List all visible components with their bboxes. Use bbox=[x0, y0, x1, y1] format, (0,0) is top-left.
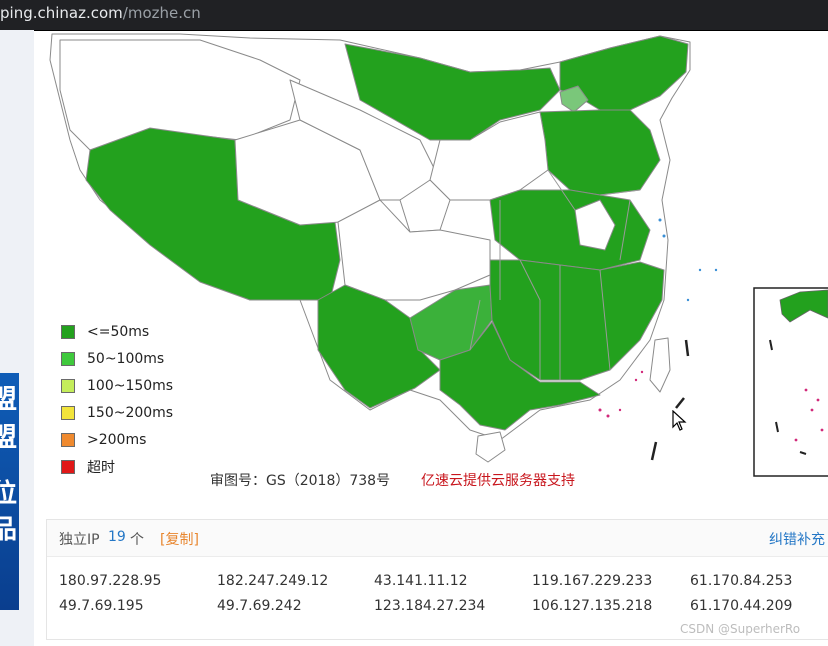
ip-address[interactable]: 43.141.11.12 bbox=[374, 573, 468, 589]
legend-swatch bbox=[61, 324, 75, 339]
correct-supplement-link[interactable]: 纠错补充 bbox=[769, 529, 825, 549]
legend-label: 150~200ms bbox=[87, 404, 174, 421]
ip-address[interactable]: 49.7.69.242 bbox=[217, 598, 302, 614]
url-text[interactable]: ping.chinaz.com/mozhe.cn bbox=[0, 3, 201, 23]
legend-label: >200ms bbox=[87, 431, 147, 448]
map-approval-number: 审图号：GS（2018）738号 bbox=[210, 473, 391, 489]
csdn-watermark: CSDN @SuperherRo bbox=[680, 622, 801, 636]
region-southeast bbox=[489, 259, 665, 381]
ad-glyph: 品 bbox=[0, 515, 18, 545]
map-legend: <=50ms 50~100ms 100~150ms 150~200ms >200… bbox=[61, 318, 173, 480]
legend-item: <=50ms bbox=[61, 318, 173, 345]
legend-label: 50~100ms bbox=[87, 350, 165, 367]
ip-panel-header: 独立IP 19 个 [复制] 纠错补充 bbox=[47, 520, 828, 557]
ad-glyph: 盟 bbox=[0, 385, 18, 415]
copy-button[interactable]: [复制] bbox=[160, 529, 199, 549]
ad-glyph: 位 bbox=[0, 479, 18, 509]
legend-label: 超时 bbox=[87, 459, 115, 476]
ip-address[interactable]: 106.127.135.218 bbox=[532, 598, 652, 614]
legend-swatch bbox=[61, 351, 75, 366]
region-hainan bbox=[475, 431, 506, 463]
side-advertisement[interactable]: 盟 盟 位 品 bbox=[0, 373, 19, 610]
legend-item: 100~150ms bbox=[61, 372, 173, 399]
legend-swatch bbox=[61, 378, 75, 393]
url-host: ping.chinaz.com bbox=[0, 4, 123, 22]
legend-item: 50~100ms bbox=[61, 345, 173, 372]
browser-address-bar[interactable]: ping.chinaz.com/mozhe.cn bbox=[0, 0, 828, 31]
legend-swatch bbox=[61, 459, 75, 474]
ip-address[interactable]: 182.247.249.12 bbox=[217, 573, 328, 589]
region-taiwan bbox=[649, 337, 671, 393]
mouse-cursor-icon bbox=[672, 410, 687, 431]
legend-swatch bbox=[61, 432, 75, 447]
ip-count-label: 独立IP bbox=[59, 532, 100, 548]
legend-swatch bbox=[61, 405, 75, 420]
south-china-sea-inset bbox=[753, 287, 828, 477]
map-sponsor-link[interactable]: 亿速云提供云服务器支持 bbox=[421, 470, 575, 490]
ad-glyph: 盟 bbox=[0, 423, 18, 453]
ip-address[interactable]: 119.167.229.233 bbox=[532, 573, 652, 589]
url-path: /mozhe.cn bbox=[122, 4, 201, 22]
legend-label: <=50ms bbox=[87, 323, 150, 340]
ip-address[interactable]: 49.7.69.195 bbox=[59, 598, 144, 614]
legend-item: >200ms bbox=[61, 426, 173, 453]
legend-item: 150~200ms bbox=[61, 399, 173, 426]
legend-item: 超时 bbox=[61, 453, 173, 480]
ip-address[interactable]: 61.170.84.253 bbox=[690, 573, 792, 589]
legend-label: 100~150ms bbox=[87, 377, 174, 394]
ip-address[interactable]: 61.170.44.209 bbox=[690, 598, 792, 614]
ip-address[interactable]: 123.184.27.234 bbox=[374, 598, 485, 614]
ip-count-unit: 个 bbox=[130, 532, 144, 548]
ip-address[interactable]: 180.97.228.95 bbox=[59, 573, 161, 589]
ip-count-value: 19 bbox=[108, 529, 126, 545]
